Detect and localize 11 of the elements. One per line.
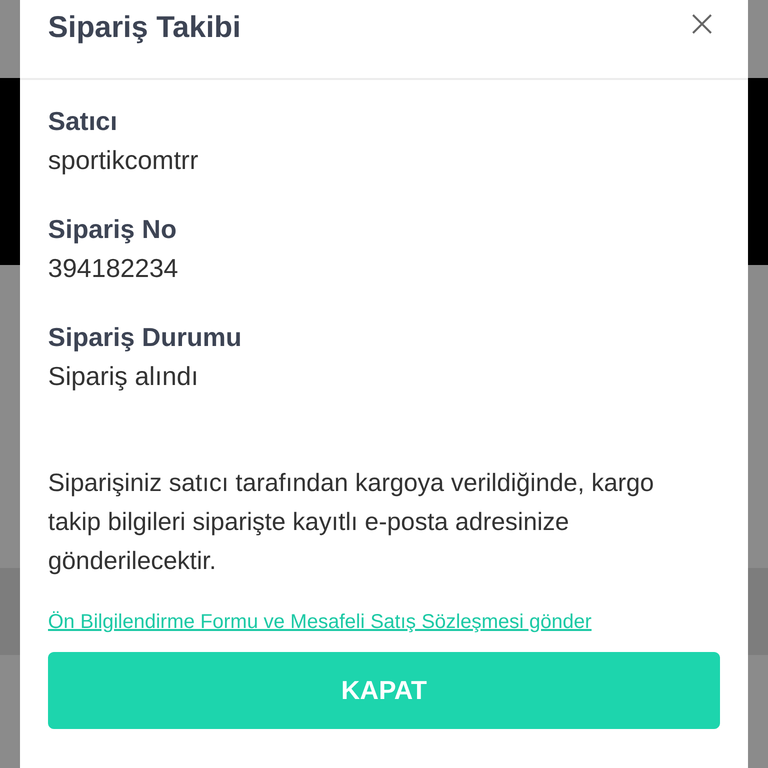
field-label: Sipariş Durumu [48, 321, 243, 354]
contract-link[interactable]: Ön Bilgilendirme Formu ve Mesafeli Satış Sözleşmesi gönder [48, 611, 592, 634]
field-label: Sipariş No [48, 213, 178, 246]
close-button[interactable]: KAPAT [48, 652, 720, 729]
close-icon[interactable] [692, 14, 712, 34]
field-value: Sipariş alındı [48, 360, 200, 393]
dialog-title: Sipariş Takibi [48, 11, 241, 45]
field-label: Satıcı [48, 105, 118, 138]
info-text: Siparişiniz satıcı tarafından kargoya verildiğinde, kargo takip bilgileri siparişte kayıtlı e-posta adresinize gönderilecektir. [48, 468, 655, 577]
field-value: sportikcomtrr [48, 144, 200, 177]
field-value: 394182234 [48, 252, 180, 285]
